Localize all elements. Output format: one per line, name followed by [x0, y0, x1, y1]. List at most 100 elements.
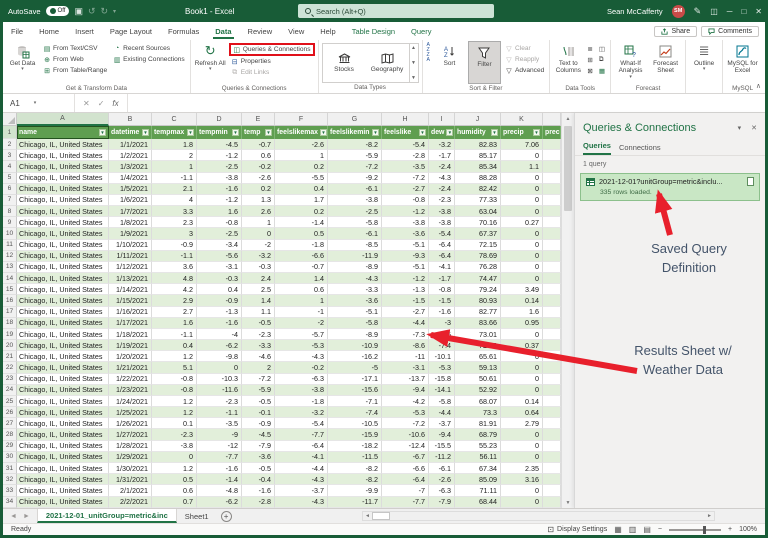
tab-queries[interactable]: Queries	[583, 141, 611, 155]
table-cell[interactable]: -0.8	[382, 195, 429, 206]
search-input[interactable]: Search (Alt+Q)	[298, 4, 494, 18]
column-letter[interactable]	[543, 113, 561, 126]
table-cell[interactable]: 0.6	[275, 284, 328, 295]
table-cell[interactable]: -0.9	[242, 418, 275, 429]
row-number[interactable]: 24	[3, 385, 17, 396]
table-cell[interactable]	[543, 139, 561, 150]
table-cell[interactable]: -3.1	[382, 362, 429, 373]
table-cell[interactable]: 2/2/2021	[109, 497, 152, 508]
table-header-cell[interactable]: preci	[543, 126, 561, 139]
ribbon-display-options-icon[interactable]: ◫	[710, 7, 718, 16]
scroll-right-icon[interactable]: ►	[705, 513, 714, 519]
table-cell[interactable]: 0	[501, 184, 543, 195]
table-cell[interactable]: 1.2	[152, 351, 197, 362]
properties-button[interactable]: ⊟Properties	[229, 56, 315, 67]
table-cell[interactable]: 1/15/2021	[109, 295, 152, 306]
relationships-icon[interactable]: ⧉	[597, 54, 607, 65]
table-cell[interactable]: -4.4	[382, 318, 429, 329]
table-cell[interactable]: -2.3	[429, 195, 455, 206]
table-cell[interactable]: -2.8	[242, 497, 275, 508]
table-cell[interactable]: Chicago, IL, United States	[17, 407, 109, 418]
row-number[interactable]: 23	[3, 374, 17, 385]
table-cell[interactable]: -9.4	[382, 385, 429, 396]
table-cell[interactable]: 2.5	[242, 284, 275, 295]
table-cell[interactable]: -8.9	[328, 262, 382, 273]
row-number[interactable]: 13	[3, 262, 17, 273]
tab-home[interactable]: Home	[31, 22, 67, 40]
table-cell[interactable]: 0	[501, 173, 543, 184]
table-cell[interactable]: 3	[152, 228, 197, 239]
table-cell[interactable]: -6.3	[275, 374, 328, 385]
prev-sheet-icon[interactable]: ◄	[10, 513, 17, 520]
row-number[interactable]: 17	[3, 307, 17, 318]
row-number[interactable]: 11	[3, 240, 17, 251]
table-header-cell[interactable]: feelslikemax▼	[275, 126, 328, 139]
table-cell[interactable]: Chicago, IL, United States	[17, 441, 109, 452]
table-cell[interactable]: -7.9	[429, 497, 455, 508]
table-cell[interactable]: 1/2/2021	[109, 150, 152, 161]
row-number[interactable]: 25	[3, 396, 17, 407]
table-cell[interactable]: -3.5	[382, 161, 429, 172]
table-cell[interactable]: -5	[328, 362, 382, 373]
table-cell[interactable]: -9.9	[328, 485, 382, 496]
table-cell[interactable]: 0.6	[242, 150, 275, 161]
table-cell[interactable]: Chicago, IL, United States	[17, 351, 109, 362]
table-cell[interactable]: -3.2	[429, 139, 455, 150]
table-cell[interactable]: -2.3	[197, 396, 242, 407]
insert-function-icon[interactable]: fx	[112, 99, 118, 108]
row-number[interactable]: 19	[3, 329, 17, 340]
table-cell[interactable]	[543, 318, 561, 329]
table-cell[interactable]: 7.06	[501, 139, 543, 150]
table-cell[interactable]: -3.8	[275, 385, 328, 396]
table-cell[interactable]: -3.2	[242, 251, 275, 262]
table-cell[interactable]: Chicago, IL, United States	[17, 262, 109, 273]
column-letter[interactable]: G	[328, 113, 382, 126]
table-cell[interactable]: 79.24	[455, 284, 501, 295]
table-cell[interactable]: 1	[275, 295, 328, 306]
table-cell[interactable]: -11.9	[328, 251, 382, 262]
table-cell[interactable]: -4.3	[429, 173, 455, 184]
from-table-range-button[interactable]: ⊞From Table/Range	[41, 65, 109, 76]
table-cell[interactable]: -0.9	[152, 240, 197, 251]
edit-links-button[interactable]: ⧉Edit Links	[229, 67, 315, 78]
table-cell[interactable]: 0.64	[501, 407, 543, 418]
table-cell[interactable]: 0.37	[501, 340, 543, 351]
formula-input[interactable]	[128, 94, 765, 112]
advanced-filter-button[interactable]: ▽Advanced	[503, 65, 546, 76]
table-cell[interactable]: -2.5	[197, 228, 242, 239]
table-cell[interactable]: Chicago, IL, United States	[17, 307, 109, 318]
table-cell[interactable]: -13.7	[382, 374, 429, 385]
column-letter[interactable]: K	[501, 113, 543, 126]
table-cell[interactable]: -4.4	[275, 463, 328, 474]
table-header-cell[interactable]: datetime▼	[109, 126, 152, 139]
table-cell[interactable]	[543, 262, 561, 273]
table-cell[interactable]	[543, 418, 561, 429]
table-cell[interactable]: 76.28	[455, 262, 501, 273]
collapse-ribbon-icon[interactable]: ∧	[756, 82, 761, 90]
table-cell[interactable]: 0.2	[242, 184, 275, 195]
table-cell[interactable]	[543, 340, 561, 351]
table-cell[interactable]: -3.2	[275, 407, 328, 418]
table-cell[interactable]: -5.9	[242, 385, 275, 396]
refresh-all-button[interactable]: ↻ Refresh All▾	[194, 41, 227, 84]
tab-connections[interactable]: Connections	[619, 143, 661, 155]
tab-review[interactable]: Review	[240, 22, 281, 40]
table-cell[interactable]: 55.23	[455, 441, 501, 452]
table-cell[interactable]: 0	[242, 228, 275, 239]
table-cell[interactable]: -2.4	[429, 184, 455, 195]
table-cell[interactable]: Chicago, IL, United States	[17, 463, 109, 474]
table-cell[interactable]: -0.5	[242, 318, 275, 329]
table-cell[interactable]: -0.5	[242, 396, 275, 407]
table-cell[interactable]: -8.2	[328, 139, 382, 150]
table-cell[interactable]: 0.2	[275, 161, 328, 172]
table-cell[interactable]: -5.1	[382, 262, 429, 273]
table-cell[interactable]: -0.1	[242, 407, 275, 418]
table-cell[interactable]: 50.61	[455, 374, 501, 385]
table-cell[interactable]: Chicago, IL, United States	[17, 161, 109, 172]
table-cell[interactable]: 1	[275, 150, 328, 161]
table-cell[interactable]: -7.7	[197, 452, 242, 463]
table-cell[interactable]: -3.5	[197, 418, 242, 429]
table-cell[interactable]: 2.7	[152, 307, 197, 318]
table-cell[interactable]: 88.28	[455, 173, 501, 184]
table-cell[interactable]: Chicago, IL, United States	[17, 418, 109, 429]
